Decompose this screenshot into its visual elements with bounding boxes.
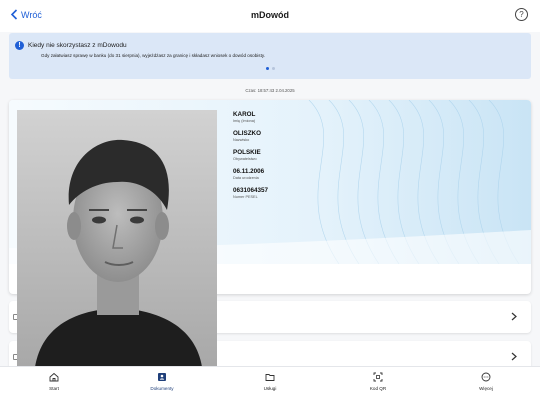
info-banner[interactable]: ! Kiedy nie skorzystasz z mDowodu Gdy za… (9, 33, 531, 79)
field-citizenship: POLSKIE Obywatelstwo (233, 149, 268, 162)
carousel-dots (9, 67, 531, 70)
carousel-dot-active[interactable] (265, 67, 269, 70)
qr-scan-icon (373, 372, 383, 382)
field-value: 06.11.2006 (233, 168, 265, 175)
portrait-photo (17, 110, 217, 367)
nav-label: Więcej (479, 386, 493, 391)
field-value: KAROL (233, 111, 256, 118)
question-circle-icon[interactable]: ? (515, 8, 528, 21)
nav-documents[interactable]: Dokumenty (108, 367, 216, 405)
personal-data: KAROL Imię (Imiona) OLISZKO Nazwisko POL… (233, 111, 268, 206)
page-title: mDowód (251, 10, 289, 20)
field-label: Numer PESEL (233, 195, 258, 199)
field-label: Imię (Imiona) (233, 119, 256, 123)
more-icon (481, 372, 491, 382)
nav-label: Start (49, 386, 59, 391)
nav-more[interactable]: Więcej (432, 367, 540, 405)
banner-title: Kiedy nie skorzystasz z mDowodu (28, 42, 127, 49)
nav-qr-code[interactable]: Kod QR (324, 367, 432, 405)
field-value: OLISZKO (233, 130, 261, 137)
field-last-name: OLISZKO Nazwisko (233, 130, 268, 143)
field-birth-date: 06.11.2006 Data urodzenia (233, 168, 268, 181)
nav-start[interactable]: Start (0, 367, 108, 405)
field-label: Obywatelstwo (233, 157, 257, 161)
folder-icon (265, 374, 275, 381)
field-value: 0631064357 (233, 187, 269, 194)
chevron-right-icon (511, 312, 517, 321)
timestamp: Czas: 18:57:43 2.04.2025 (245, 88, 295, 93)
field-label: Nazwisko (233, 138, 250, 142)
nav-label: Kod QR (369, 386, 387, 391)
chevron-right-icon (511, 352, 517, 361)
top-bar: Wróć mDowód ? (0, 0, 540, 32)
nav-services[interactable]: Usługi (216, 367, 324, 405)
field-pesel: 0631064357 Numer PESEL (233, 187, 268, 200)
carousel-dot[interactable] (271, 67, 275, 70)
banner-text: Gdy załatwiasz sprawę w banku (do 31 sie… (41, 53, 266, 58)
field-value: POLSKIE (233, 149, 261, 156)
home-icon (49, 372, 59, 382)
id-card-icon (158, 373, 166, 381)
info-icon: ! (15, 41, 24, 50)
bottom-navigation: Start Dokumenty Usługi Kod QR Więcej (0, 366, 540, 405)
nav-label: Usługi (263, 386, 277, 391)
nav-label: Dokumenty (150, 386, 174, 391)
field-label: Data urodzenia (233, 176, 259, 180)
field-first-name: KAROL Imię (Imiona) (233, 111, 268, 124)
